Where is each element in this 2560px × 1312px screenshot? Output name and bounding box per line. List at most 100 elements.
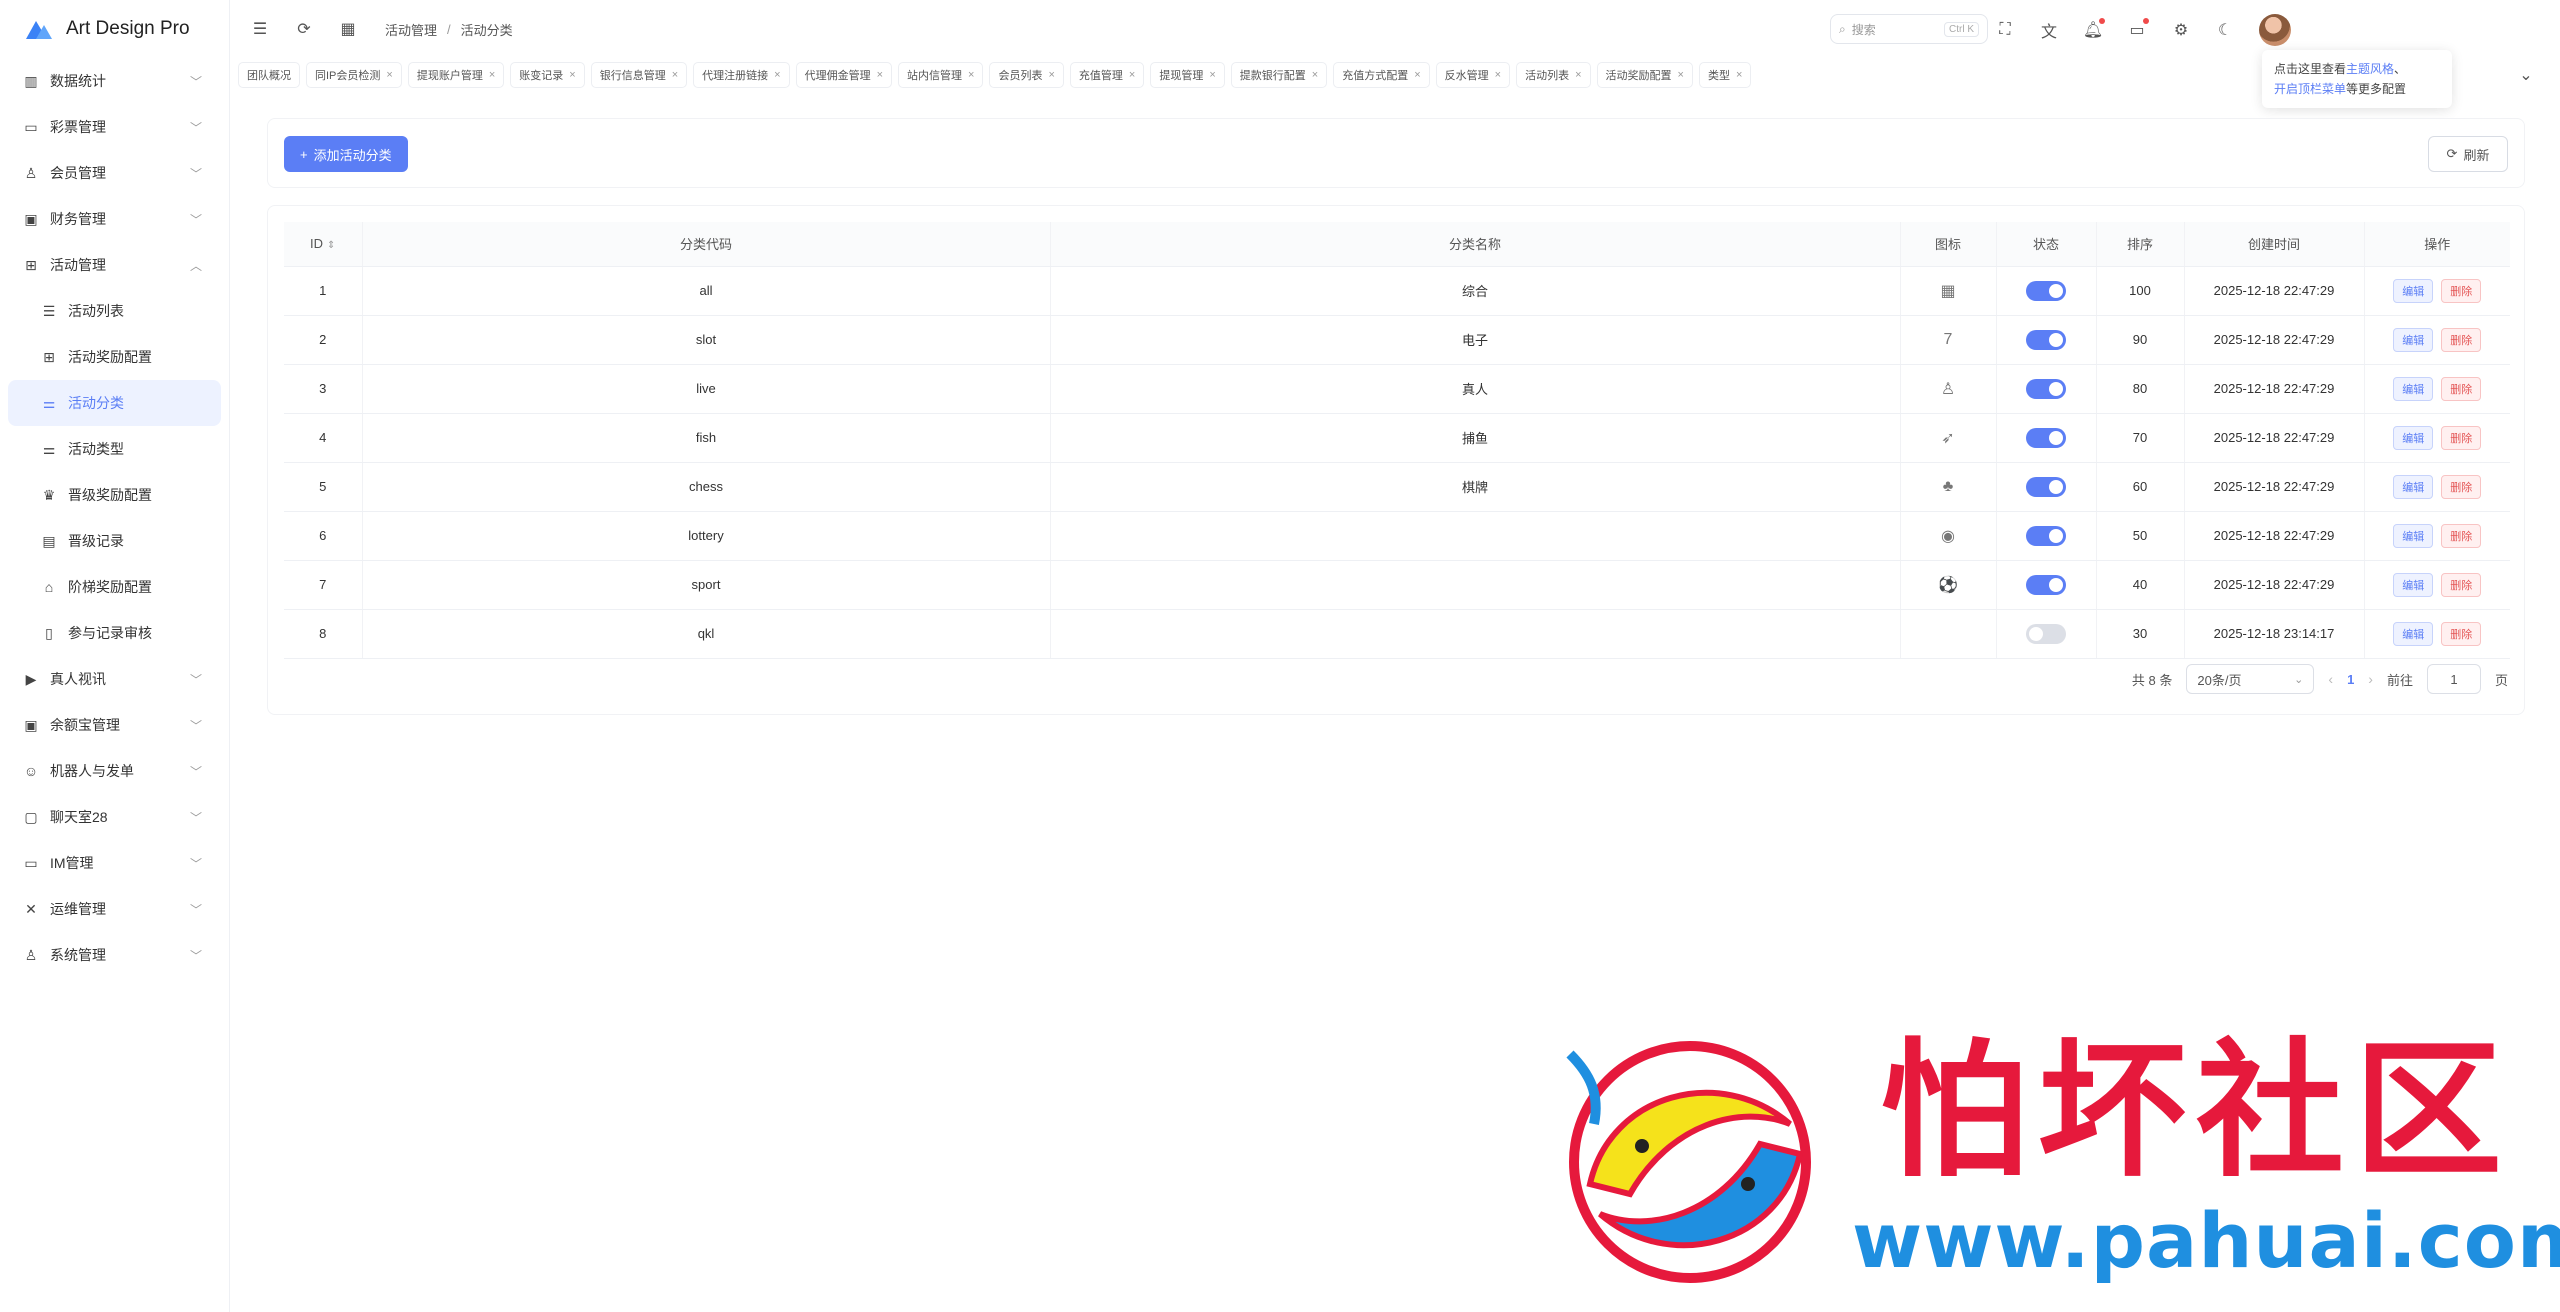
close-icon[interactable]: × xyxy=(1495,69,1501,81)
tooltip-link-theme[interactable]: 主题风格 xyxy=(2346,62,2394,76)
add-category-button[interactable]: + 添加活动分类 xyxy=(284,136,408,172)
close-icon[interactable]: × xyxy=(386,69,392,81)
tab-0[interactable]: 团队概况 xyxy=(238,62,300,88)
delete-button[interactable]: 删除 xyxy=(2441,327,2482,352)
prev-page-icon[interactable]: ‹ xyxy=(2328,671,2333,687)
close-icon[interactable]: × xyxy=(774,69,780,81)
fullscreen-icon[interactable]: ⛶ xyxy=(1995,20,2015,40)
sidebar-item-after-4[interactable]: ▭ IM管理 ﹀ xyxy=(0,840,229,886)
sidebar-item-main-3[interactable]: ▣ 财务管理 ﹀ xyxy=(0,196,229,242)
tab-16[interactable]: 类型 × xyxy=(1698,62,1752,88)
edit-button[interactable]: 编辑 xyxy=(2393,474,2434,499)
sidebar-item-sub-1[interactable]: ⊞ 活动奖励配置 xyxy=(0,334,229,380)
delete-button[interactable]: 删除 xyxy=(2441,425,2482,450)
translate-icon[interactable]: 文 xyxy=(2039,20,2059,41)
goto-page-input[interactable]: 1 xyxy=(2426,664,2481,694)
tab-7[interactable]: 站内信管理 × xyxy=(898,62,984,88)
edit-button[interactable]: 编辑 xyxy=(2393,523,2434,548)
status-toggle[interactable] xyxy=(2026,280,2066,301)
delete-button[interactable]: 删除 xyxy=(2441,474,2482,499)
delete-button[interactable]: 删除 xyxy=(2441,572,2482,597)
sidebar-item-sub-6[interactable]: ⌂ 阶梯奖励配置 xyxy=(0,564,229,610)
tab-10[interactable]: 提现管理 × xyxy=(1150,62,1225,88)
page-size-select[interactable]: 20条/页 ⌄ xyxy=(2186,664,2315,694)
tab-13[interactable]: 反水管理 × xyxy=(1435,62,1511,88)
close-icon[interactable]: × xyxy=(1678,69,1684,81)
status-toggle[interactable] xyxy=(2026,525,2066,546)
close-icon[interactable]: × xyxy=(672,69,678,81)
sidebar-item-sub-3[interactable]: ⚌ 活动类型 xyxy=(0,426,229,472)
sidebar-item-sub-5[interactable]: ▤ 晋级记录 xyxy=(0,518,229,564)
close-icon[interactable]: × xyxy=(569,69,575,81)
tab-8[interactable]: 会员列表 × xyxy=(989,62,1064,88)
sort-icon[interactable]: ⇕ xyxy=(327,240,335,251)
tab-14[interactable]: 活动列表 × xyxy=(1516,62,1591,88)
sidebar-item-main-1[interactable]: ▭ 彩票管理 ﹀ xyxy=(0,104,229,150)
close-icon[interactable]: × xyxy=(1209,69,1215,81)
tab-3[interactable]: 账变记录 × xyxy=(510,62,585,88)
edit-button[interactable]: 编辑 xyxy=(2393,572,2434,597)
tab-12[interactable]: 充值方式配置 × xyxy=(1333,62,1430,88)
sidebar-item-main-0[interactable]: ▥ 数据统计 ﹀ xyxy=(0,58,229,104)
chat-icon[interactable]: ▭ xyxy=(2127,18,2149,40)
sidebar-item-after-1[interactable]: ▣ 余额宝管理 ﹀ xyxy=(0,702,229,748)
tab-5[interactable]: 代理注册链接 × xyxy=(693,62,790,88)
sidebar-item-after-5[interactable]: ✕ 运维管理 ﹀ xyxy=(0,886,229,932)
tab-2[interactable]: 提现账户管理 × xyxy=(407,62,505,88)
close-icon[interactable]: × xyxy=(489,69,495,81)
delete-button[interactable]: 删除 xyxy=(2441,523,2482,548)
grid-icon[interactable]: ▦ xyxy=(338,19,358,39)
edit-button[interactable]: 编辑 xyxy=(2393,376,2434,401)
search-input[interactable]: ⌕ 搜索 Ctrl K xyxy=(1830,14,1988,44)
sidebar-item-after-3[interactable]: ▢ 聊天室28 ﹀ xyxy=(0,794,229,840)
close-icon[interactable]: × xyxy=(1048,69,1054,81)
close-icon[interactable]: × xyxy=(1736,69,1742,81)
close-icon[interactable]: × xyxy=(1129,69,1135,81)
tab-11[interactable]: 提款银行配置 × xyxy=(1230,62,1328,88)
page-number-current[interactable]: 1 xyxy=(2347,672,2354,687)
close-icon[interactable]: × xyxy=(968,69,974,81)
notification-icon[interactable]: 🔔︎ xyxy=(2083,18,2105,40)
refresh-button[interactable]: ⟳ 刷新 xyxy=(2428,136,2508,172)
next-page-icon[interactable]: › xyxy=(2368,671,2373,687)
sidebar-item-sub-0[interactable]: ☰ 活动列表 xyxy=(0,288,229,334)
sidebar-item-sub-4[interactable]: ♛ 晋级奖励配置 xyxy=(0,472,229,518)
dark-mode-icon[interactable]: ☾ xyxy=(2215,20,2235,40)
edit-button[interactable]: 编辑 xyxy=(2393,621,2434,646)
edit-button[interactable]: 编辑 xyxy=(2393,425,2434,450)
refresh-icon[interactable]: ⟳ xyxy=(294,19,314,39)
tab-15[interactable]: 活动奖励配置 × xyxy=(1596,62,1693,88)
tab-4[interactable]: 银行信息管理 × xyxy=(590,62,688,88)
sidebar-item-after-0[interactable]: ▶ 真人视讯 ﹀ xyxy=(0,656,229,702)
menu-toggle-icon[interactable]: ☰ xyxy=(250,19,270,39)
delete-button[interactable]: 删除 xyxy=(2441,621,2482,646)
close-icon[interactable]: × xyxy=(877,69,883,81)
close-icon[interactable]: × xyxy=(1414,69,1420,81)
close-icon[interactable]: × xyxy=(1575,69,1581,81)
status-toggle[interactable] xyxy=(2026,427,2066,448)
delete-button[interactable]: 删除 xyxy=(2441,278,2482,303)
app-logo[interactable]: Art Design Pro xyxy=(0,0,229,58)
tab-6[interactable]: 代理佣金管理 × xyxy=(795,62,893,88)
sidebar-item-main-2[interactable]: ♙ 会员管理 ﹀ xyxy=(0,150,229,196)
sidebar-item-after-6[interactable]: ♙ 系统管理 ﹀ xyxy=(0,932,229,978)
sidebar-item-main-4[interactable]: ⊞ 活动管理 ︿ xyxy=(0,242,229,288)
column-header-id[interactable]: ID ⇕ xyxy=(284,222,363,267)
tabs-more-icon[interactable]: ⌄ xyxy=(2516,65,2536,85)
breadcrumb-item[interactable]: 活动管理 xyxy=(385,20,437,39)
tooltip-link-topmenu[interactable]: 开启顶栏菜单 xyxy=(2274,82,2346,96)
edit-button[interactable]: 编辑 xyxy=(2393,278,2434,303)
sidebar-item-sub-2[interactable]: ⚌ 活动分类 xyxy=(8,380,221,426)
avatar[interactable] xyxy=(2259,14,2291,46)
status-toggle[interactable] xyxy=(2026,574,2066,595)
status-toggle[interactable] xyxy=(2026,623,2066,644)
sidebar-item-after-2[interactable]: ☺ 机器人与发单 ﹀ xyxy=(0,748,229,794)
sidebar-item-sub-7[interactable]: ▯ 参与记录审核 xyxy=(0,610,229,656)
settings-icon[interactable]: ⚙ xyxy=(2171,20,2191,40)
delete-button[interactable]: 删除 xyxy=(2441,376,2482,401)
edit-button[interactable]: 编辑 xyxy=(2393,327,2434,352)
close-icon[interactable]: × xyxy=(1312,69,1318,81)
status-toggle[interactable] xyxy=(2026,378,2066,399)
status-toggle[interactable] xyxy=(2026,329,2066,350)
status-toggle[interactable] xyxy=(2026,476,2066,497)
